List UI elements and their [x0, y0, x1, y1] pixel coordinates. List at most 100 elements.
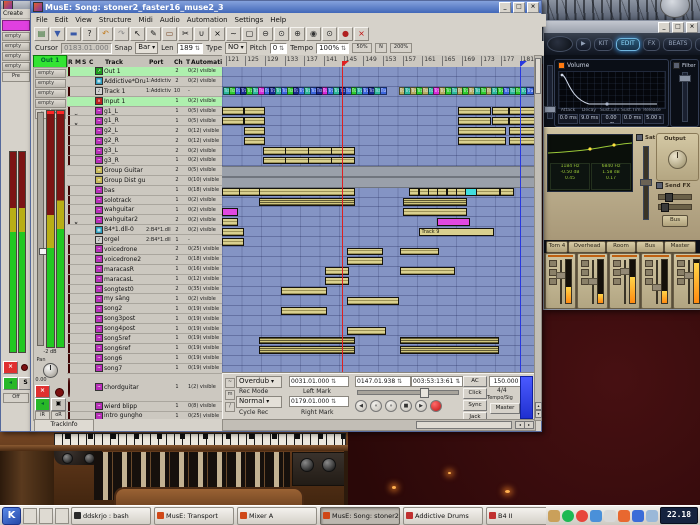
audio-part[interactable]	[509, 117, 534, 125]
tempo-value[interactable]: 150.000	[489, 376, 523, 387]
rec-arm-cell[interactable]	[67, 107, 74, 117]
sendfx-led[interactable]	[656, 182, 663, 189]
track-channel[interactable]: 1	[171, 384, 183, 390]
track-row[interactable]: ~voicedrone220(18) visible	[67, 255, 222, 265]
pager-button[interactable]	[39, 508, 53, 524]
rec-arm-dot[interactable]	[68, 364, 70, 374]
play-button[interactable]: ▶	[415, 400, 427, 412]
task-button[interactable]: Mixer A	[237, 507, 317, 525]
envelope-graph[interactable]	[558, 71, 666, 109]
track-name[interactable]: Input 1	[104, 98, 146, 105]
master-button[interactable]: Master	[490, 403, 520, 414]
track-channel[interactable]: 2	[171, 167, 183, 173]
ad-channel-tab-master[interactable]: Master	[664, 241, 696, 253]
pencil-tool-icon[interactable]: ✎	[146, 27, 161, 41]
track-row[interactable]: ~song3post10(19) visible	[67, 314, 222, 324]
pager-button[interactable]	[55, 508, 69, 524]
track-automation[interactable]: 0(19) visible	[188, 326, 220, 332]
rec-arm-dot[interactable]	[68, 215, 70, 225]
track-port[interactable]: 2:B4*1.dll	[146, 237, 171, 243]
menu-audio[interactable]: Audio	[160, 16, 180, 24]
mute-cell[interactable]: ✕	[74, 215, 81, 225]
scroll-up-arrow[interactable]: ▴	[535, 402, 542, 410]
track-channel[interactable]: 1	[171, 108, 183, 114]
track-channel[interactable]: 2	[171, 78, 183, 84]
audio-part[interactable]	[308, 147, 332, 155]
transport-tool-button[interactable]: ~	[225, 378, 235, 388]
type-select[interactable]: NO	[225, 42, 247, 54]
menu-file[interactable]: File	[36, 16, 48, 24]
track-row[interactable]: ▦B4*1.dll-02:B4*1.dll20(2) visible	[67, 225, 222, 235]
env-value[interactable]: 9.0 ms	[579, 114, 599, 124]
track-row[interactable]: ~song5ref10(19) visible	[67, 334, 222, 344]
canvas-lane[interactable]	[222, 97, 534, 107]
zoom-in-button[interactable]: 200%	[390, 43, 412, 53]
track-channel[interactable]: 1	[171, 237, 183, 243]
track-row[interactable]: ~intro gungho10(25) visible	[67, 412, 222, 420]
track-name[interactable]: Group Dist guitar	[104, 177, 146, 184]
track-automation[interactable]: 0(2) visible	[188, 68, 220, 74]
canvas-lane[interactable]	[222, 146, 534, 156]
strip-mini-button[interactable]	[549, 278, 557, 285]
track-channel[interactable]: 2	[171, 256, 183, 262]
cycle-mode-select[interactable]: Normal	[236, 396, 282, 408]
rec-arm-cell[interactable]	[67, 87, 74, 97]
track-row[interactable]: ~maracasR10(16) visible	[67, 265, 222, 275]
track-row[interactable]: ≡Group Guitar20(5) visible	[67, 166, 222, 176]
track-row[interactable]: ≡Group Dist guitar20(10) visible	[67, 176, 222, 186]
strip-mini-button[interactable]	[645, 269, 653, 276]
effect-slot[interactable]: empty	[35, 99, 66, 108]
strip-effect-rack[interactable]: emptyemptyemptyempty	[34, 69, 67, 108]
audio-part[interactable]	[259, 198, 355, 206]
audio-part[interactable]	[244, 107, 265, 115]
strip-mini-button[interactable]	[613, 260, 621, 267]
mixer-effect-rack[interactable]: emptyemptyemptyempty	[1, 32, 31, 71]
ac-button[interactable]: AC	[463, 376, 487, 387]
track-row[interactable]: ~g2_R20(12) visible	[67, 136, 222, 146]
track-automation[interactable]: 0(2) visible	[188, 296, 220, 302]
rec-arm-cell[interactable]	[67, 196, 74, 206]
rec-arm-dot[interactable]	[68, 314, 70, 324]
ad-maximize-button[interactable]: □	[672, 22, 684, 33]
minimize-button[interactable]: _	[499, 2, 511, 13]
ad-close-button[interactable]: ×	[686, 22, 698, 33]
track-channel[interactable]: 1	[171, 157, 183, 163]
canvas-lane[interactable]: TraTraTraTraTraTraTraTraTraTraTraTraTraT…	[222, 87, 534, 97]
track-name[interactable]: g2_R	[104, 137, 146, 144]
forward-button[interactable]: »	[385, 400, 397, 412]
track-row[interactable]: ~bas10(18) visible	[67, 186, 222, 196]
track-name[interactable]: wierd blipp	[104, 403, 146, 410]
ad-play-button[interactable]: ▶	[576, 38, 591, 51]
track-channel[interactable]: 1	[171, 296, 183, 302]
len-input[interactable]: 189	[177, 43, 203, 54]
audio-part[interactable]	[244, 127, 265, 135]
track-channel[interactable]: 1	[171, 306, 183, 312]
rec-arm-dot[interactable]	[68, 116, 70, 126]
mixer-off-button[interactable]: Off	[3, 393, 29, 403]
track-channel[interactable]: 1	[171, 266, 183, 272]
track-automation[interactable]: 0(35) visible	[188, 286, 220, 292]
track-name[interactable]: g3_L	[104, 147, 146, 154]
rec-arm-dot[interactable]	[68, 402, 70, 412]
rec-arm-cell[interactable]	[67, 235, 74, 245]
track-row[interactable]: ~wierd blipp10(8) visible	[67, 402, 222, 412]
taskbar-clock[interactable]: 22.18	[660, 507, 698, 524]
track-automation[interactable]: 0(10) visible	[188, 177, 220, 183]
drive-knob[interactable]	[322, 458, 336, 472]
menu-help[interactable]: Help	[270, 16, 286, 24]
audio-part[interactable]	[222, 208, 238, 216]
audio-part[interactable]	[222, 107, 244, 115]
rec-arm-dot[interactable]	[68, 146, 70, 156]
track-name[interactable]: song4post	[104, 325, 146, 332]
sendfx-handle-1[interactable]	[665, 193, 673, 202]
undo-icon[interactable]: ↶	[98, 27, 113, 41]
track-name[interactable]: voicedrone	[104, 246, 146, 253]
filter-slider-handle[interactable]	[679, 75, 691, 82]
track-automation[interactable]: 0(19) visible	[188, 335, 220, 341]
goto-start-button[interactable]: ◀	[355, 400, 367, 412]
panic-icon[interactable]: ×	[354, 27, 369, 41]
track-port[interactable]: 2:B4*1.dll	[146, 227, 171, 233]
track-channel[interactable]: 1	[171, 413, 183, 419]
menu-edit[interactable]: Edit	[55, 16, 69, 24]
canvas-lane[interactable]: Track 9	[222, 227, 534, 237]
